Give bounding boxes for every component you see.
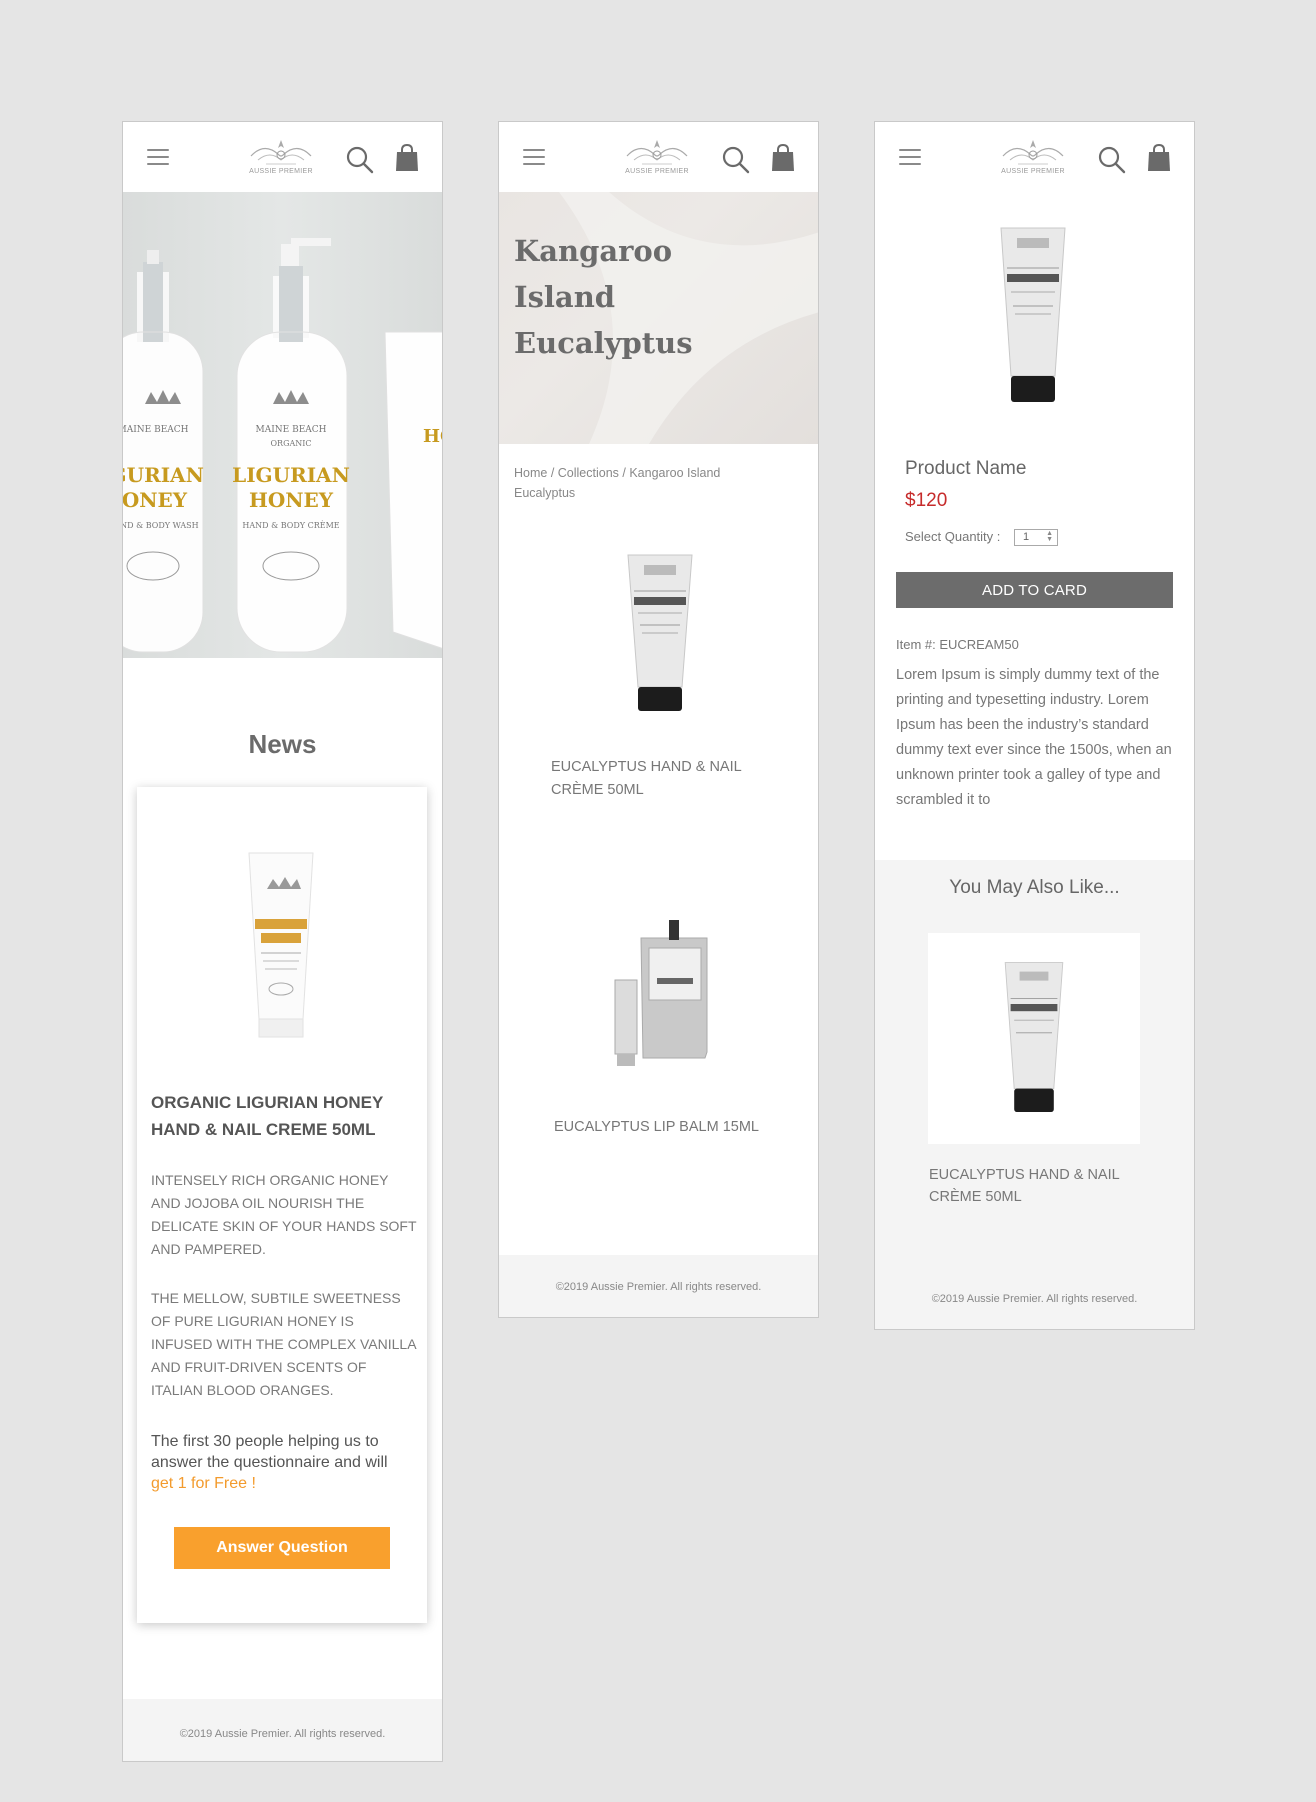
- brand-logo[interactable]: AUSSIE PREMIER: [241, 136, 321, 182]
- top-nav-bar: AUSSIE PREMIER: [875, 122, 1194, 192]
- logo-ornament-icon: [250, 140, 312, 165]
- hero-product-image: MAINE BEACH MAINE BEACH ORGANIC LIGURIAN…: [123, 238, 442, 653]
- news-heading: News: [248, 729, 317, 759]
- logo-text: AUSSIE PREMIER: [1001, 168, 1065, 175]
- shopping-bag-icon[interactable]: [771, 144, 795, 172]
- hamburger-icon[interactable]: [899, 149, 921, 165]
- add-to-cart-button[interactable]: ADD TO CARD: [896, 572, 1173, 608]
- brand-logo[interactable]: AUSSIE PREMIER: [993, 136, 1073, 182]
- shopping-bag-icon[interactable]: [1147, 144, 1171, 172]
- hero-label-text: HAND & BODY CRÈME: [242, 521, 339, 530]
- logo-ornament-icon: [1002, 140, 1064, 165]
- product-image-hand-nail-creme[interactable]: [620, 551, 700, 721]
- top-nav-bar: AUSSIE PREMIER: [123, 122, 442, 192]
- quantity-stepper[interactable]: 1 ▲ ▼: [1014, 529, 1058, 546]
- hero-label-text: HAND & BODY WASH: [123, 521, 199, 530]
- promo-body: The first 30 people helping us to answer…: [151, 1433, 388, 1471]
- search-icon[interactable]: [1098, 146, 1126, 174]
- footer: ©2019 Aussie Premier. All rights reserve…: [499, 1255, 818, 1317]
- hero-label-text: HONEY: [249, 488, 334, 512]
- product-name[interactable]: EUCALYPTUS HAND & NAIL CRÈME 50ML: [551, 756, 771, 802]
- hero-label-text: MAINE BEACH: [123, 425, 189, 435]
- also-like-heading: You May Also Like...: [949, 877, 1120, 898]
- top-nav-bar: AUSSIE PREMIER: [499, 122, 818, 192]
- search-icon[interactable]: [722, 146, 750, 174]
- hamburger-icon[interactable]: [147, 149, 169, 165]
- also-like-section: You May Also Like... EUCALYPTUS HAND & N…: [875, 860, 1194, 1269]
- recommended-product-name[interactable]: EUCALYPTUS HAND & NAIL CRÈME 50ML: [929, 1164, 1149, 1208]
- collection-hero: Kangaroo Island Eucalyptus: [499, 192, 818, 444]
- news-card: ORGANIC LIGURIAN HONEY HAND & NAIL CREME…: [137, 787, 427, 1623]
- news-product-title: ORGANIC LIGURIAN HONEY HAND & NAIL CREME…: [151, 1093, 384, 1139]
- news-description: INTENSELY RICH ORGANIC HONEY AND JOJOBA …: [151, 1172, 417, 1257]
- answer-question-button[interactable]: Answer Question: [174, 1527, 390, 1569]
- product-price: $120: [905, 490, 948, 511]
- recommended-product-card[interactable]: [928, 933, 1140, 1144]
- footer: ©2019 Aussie Premier. All rights reserve…: [875, 1267, 1194, 1329]
- collection-title: Kangaroo Island Eucalyptus: [514, 234, 693, 360]
- hero-label-text: HONEY: [423, 426, 442, 447]
- logo-text: AUSSIE PREMIER: [249, 168, 313, 175]
- breadcrumb: Home / Collections / Kangaroo Island Euc…: [514, 463, 774, 503]
- quantity-value: 1: [1023, 531, 1030, 543]
- product-name: Product Name: [905, 458, 1027, 479]
- product-name[interactable]: EUCALYPTUS LIP BALM 15ML: [554, 1116, 774, 1139]
- promo-text: The first 30 people helping us to answer…: [151, 1431, 411, 1494]
- product-image-lip-balm[interactable]: [609, 908, 719, 1078]
- search-icon[interactable]: [346, 146, 374, 174]
- product-main-image: [1000, 227, 1066, 402]
- collection-screen: AUSSIE PREMIER Kangaroo Island Eucalyptu…: [498, 121, 819, 1318]
- breadcrumb-home[interactable]: Home: [514, 466, 547, 480]
- hamburger-icon[interactable]: [523, 149, 545, 165]
- product-detail-screen: AUSSIE PREMIER Product Name $120 Select …: [874, 121, 1195, 1330]
- logo-text: AUSSIE PREMIER: [625, 168, 689, 175]
- product-description: Lorem Ipsum is simply dummy text of the …: [896, 667, 1172, 808]
- home-screen: AUSSIE PREMIER MAINE BEACH MAINE BEACH O…: [122, 121, 443, 1762]
- hero-label-text: LIGURIAN: [232, 463, 350, 487]
- product-image-honey-creme[interactable]: [241, 849, 321, 1049]
- breadcrumb-collections[interactable]: Collections: [558, 466, 619, 480]
- breadcrumb-separator: /: [547, 466, 558, 480]
- brand-logo[interactable]: AUSSIE PREMIER: [617, 136, 697, 182]
- recommended-product-image: [1004, 962, 1064, 1112]
- hero-label-text: MAINE BEACH: [256, 425, 327, 435]
- hero-banner: MAINE BEACH MAINE BEACH ORGANIC LIGURIAN…: [123, 192, 442, 658]
- news-description: THE MELLOW, SUBTILE SWEETNESS OF PURE LI…: [151, 1290, 416, 1398]
- stepper-arrows-icon[interactable]: ▲ ▼: [1046, 530, 1053, 543]
- shopping-bag-icon[interactable]: [395, 144, 419, 172]
- logo-ornament-icon: [626, 140, 688, 165]
- hero-label-text: HONEY: [123, 488, 188, 512]
- hero-label-text: ORGANIC: [270, 439, 311, 448]
- quantity-label: Select Quantity :: [905, 529, 1001, 544]
- promo-highlight: get 1 for Free !: [151, 1475, 256, 1492]
- footer: ©2019 Aussie Premier. All rights reserve…: [123, 1699, 442, 1761]
- hero-label-text: LIGURIAN: [123, 463, 204, 487]
- item-number: Item #: EUCREAM50: [896, 637, 1019, 652]
- breadcrumb-separator: /: [618, 466, 630, 480]
